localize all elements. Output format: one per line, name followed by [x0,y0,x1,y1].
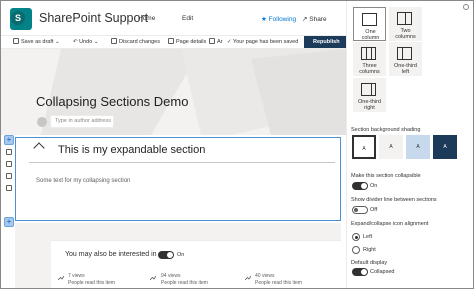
chevron-down-icon: ⌄ [92,39,99,45]
site-header: S SharePoint Support Home Edit ★ Followi… [1,1,346,35]
align-right-radio[interactable] [352,246,360,254]
align-right-label: Right [363,247,376,253]
analytics-label: Ar [217,39,223,45]
layout-one-third-left[interactable]: One-third left [389,42,422,76]
save-icon [13,38,19,44]
site-title[interactable]: SharePoint Support [39,11,148,25]
edit-section-icon[interactable] [6,149,12,155]
one-column-icon [362,13,377,26]
section-title[interactable]: This is my expandable section [58,144,205,156]
shading-sample: A [362,146,366,152]
shading-sample: A [389,144,393,150]
discard-label: Discard changes [119,39,160,45]
delete-section-icon[interactable] [6,185,12,191]
undo-label: Undo [79,39,93,45]
duplicate-section-icon[interactable] [6,173,12,179]
related-item-views: 7 views [68,273,85,279]
shading-option-strong[interactable]: A [433,135,457,159]
trending-icon [245,275,251,281]
related-item-views: 40 views [255,273,275,279]
collapsible-title: Make this section collapsible [351,173,421,179]
divider-toggle[interactable] [352,206,368,214]
shading-title: Section background shading [351,127,421,133]
two-columns-icon [397,12,412,25]
toggle-knob [361,269,367,275]
logo-letter: S [11,11,25,25]
one-third-right-icon [361,83,376,96]
shading-sample: A [416,144,420,150]
save-as-draft-label: Save as draft [21,39,54,45]
saved-status: ✓ Your page has been saved [227,38,298,47]
app-window: S SharePoint Support Home Edit ★ Followi… [0,0,474,289]
section-body-text[interactable]: Some text for my collapsing section [36,178,130,184]
default-display-title: Default display [351,260,388,266]
divider-title: Show divider line between sections [351,197,437,203]
saved-status-label: Your page has been saved [233,39,299,45]
shading-option-soft[interactable]: A [406,135,430,159]
three-columns-icon [361,47,376,60]
divider-state: Off [370,207,378,213]
one-third-left-icon [397,47,412,60]
related-item-caption: People read this item [68,280,115,286]
collapsible-toggle[interactable] [352,182,368,190]
trending-icon [150,275,156,281]
analytics-button[interactable]: Ar [209,38,223,47]
republish-button[interactable]: Republish [304,36,346,48]
close-pane-icon[interactable] [463,4,469,10]
default-display-toggle[interactable] [352,268,368,276]
page-title[interactable]: Collapsing Sections Demo [36,94,188,109]
toggle-knob [361,183,367,189]
collapsible-state: On [370,183,378,189]
related-item-caption: People read this item [161,280,208,286]
share-button[interactable]: ↗ Share [302,15,327,23]
default-display-state: Collapsed [370,269,395,275]
toggle-knob [354,208,358,212]
sharepoint-logo-icon[interactable]: S [10,8,32,30]
related-toggle[interactable] [158,251,174,259]
author-input[interactable]: Type in author address [50,115,114,128]
toggle-knob [167,252,173,258]
shading-option-white[interactable]: A [352,135,376,159]
section-divider [29,162,335,163]
related-item-caption: People read this item [255,280,302,286]
layout-one-third-right[interactable]: One-third right [353,78,386,112]
alignment-title: Expand/collapse icon alignment [351,221,429,227]
layout-one-column[interactable]: One column [353,7,386,41]
nav-edit-link[interactable]: Edit [182,15,193,22]
discard-icon [111,38,117,44]
layout-label: columns [395,34,416,40]
discard-changes-button[interactable]: Discard changes [111,38,160,47]
undo-button[interactable]: ↶ Undo ⌄ [73,38,98,47]
related-item-views: 94 views [161,273,181,279]
page-details-label: Page details [176,39,207,45]
chevron-down-icon: ⌄ [53,39,60,45]
trending-icon [58,275,64,281]
related-toggle-label: On [177,252,185,258]
gear-icon [168,38,174,44]
page-canvas: S SharePoint Support Home Edit ★ Followi… [1,1,346,288]
related-title: You may also be interested in [65,251,157,258]
layout-label: right [364,105,375,111]
align-left-label: Left [363,234,373,240]
layout-label: column [361,35,380,41]
author-avatar-icon [37,117,47,127]
nav-home-link[interactable]: Home [138,15,155,22]
layout-three-columns[interactable]: Three columns [353,42,386,76]
following-button[interactable]: ★ Following [261,15,296,23]
shading-option-neutral[interactable]: A [379,135,403,159]
layout-label: columns [359,69,380,75]
share-label: Share [309,16,327,23]
move-section-icon[interactable] [6,161,12,167]
layout-label: left [401,69,410,75]
save-as-draft-button[interactable]: Save as draft ⌄ [13,38,60,47]
shading-sample: A [443,144,447,150]
chart-icon [209,38,215,44]
align-left-radio[interactable] [352,233,360,241]
layout-two-columns[interactable]: Two columns [389,7,422,41]
page-details-button[interactable]: Page details [168,38,206,47]
add-section-above-button[interactable]: + [4,135,14,145]
command-bar: Save as draft ⌄ ↶ Undo ⌄ Discard changes… [1,35,346,49]
add-section-below-button[interactable]: + [4,217,14,227]
